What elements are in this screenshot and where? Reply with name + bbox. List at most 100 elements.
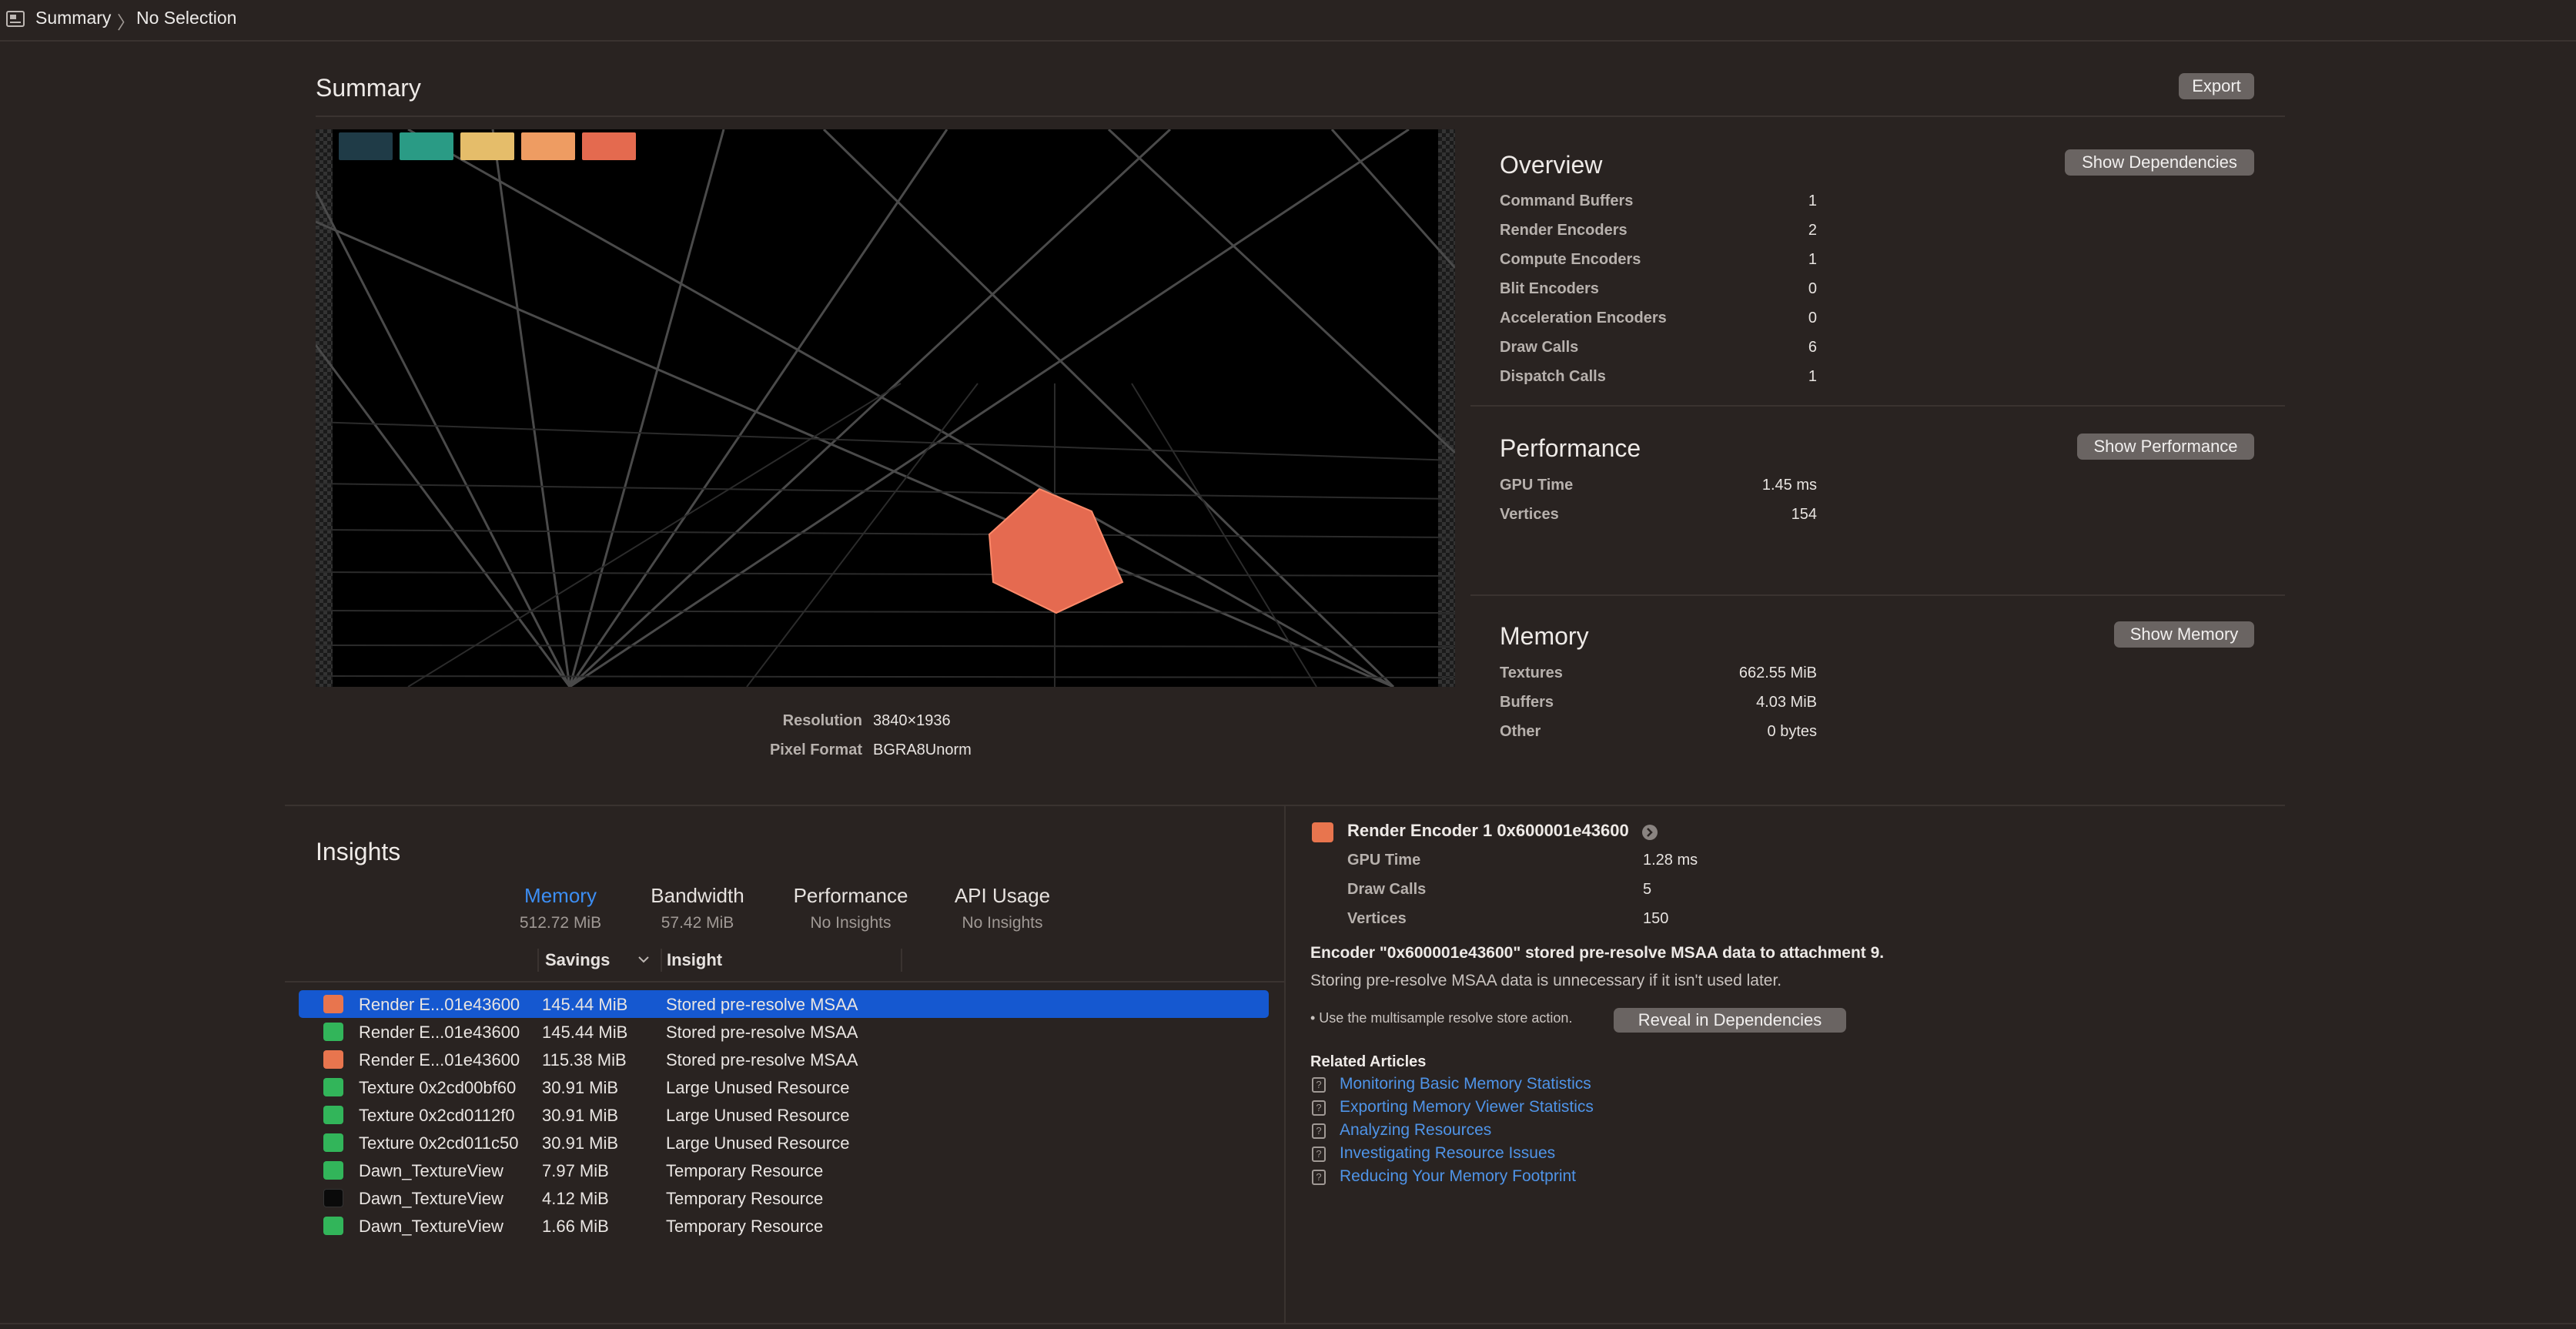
- table-row[interactable]: Dawn_TextureView 4.12 MiB Temporary Reso…: [299, 1184, 1269, 1212]
- encoder-draw-calls-value: 5: [1643, 881, 1652, 898]
- reveal-in-dependencies-button[interactable]: Reveal in Dependencies: [1614, 1008, 1846, 1033]
- row-insight: Stored pre-resolve MSAA: [666, 1050, 858, 1070]
- other-label: Other: [1500, 723, 1541, 740]
- bottom-border: [0, 1323, 2576, 1324]
- table-row[interactable]: Render E...01e43600 145.44 MiB Stored pr…: [299, 990, 1269, 1018]
- performance-divider: [1470, 594, 2285, 596]
- texture-icon: [323, 1078, 343, 1096]
- texture-icon: [323, 1133, 343, 1152]
- table-header-divider: [285, 981, 1284, 983]
- summary-title: Summary: [316, 74, 421, 102]
- tab-bandwidth[interactable]: Bandwidth 57.42 MiB: [636, 884, 759, 932]
- row-insight: Temporary Resource: [666, 1189, 824, 1208]
- table-row[interactable]: Dawn_TextureView 7.97 MiB Temporary Reso…: [299, 1157, 1269, 1184]
- render-preview[interactable]: [316, 129, 1455, 687]
- article-link-text[interactable]: Investigating Resource Issues: [1340, 1144, 1555, 1163]
- table-row[interactable]: Dawn_TextureView 1.66 MiB Temporary Reso…: [299, 1212, 1269, 1240]
- encoder-draw-calls-label: Draw Calls: [1347, 881, 1427, 898]
- color-swatch-5: [582, 132, 636, 160]
- tab-performance[interactable]: Performance No Insights: [778, 884, 924, 932]
- chevron-down-icon[interactable]: [637, 955, 650, 964]
- blit-encoders-label: Blit Encoders: [1500, 280, 1599, 297]
- color-swatch-4: [521, 132, 575, 160]
- resolution-label: Resolution: [782, 712, 862, 729]
- tab-api-usage[interactable]: API Usage No Insights: [941, 884, 1064, 932]
- summary-divider: [316, 115, 2285, 117]
- related-articles-title: Related Articles: [1310, 1053, 1427, 1070]
- acceleration-encoders-label: Acceleration Encoders: [1500, 310, 1667, 326]
- export-button[interactable]: Export: [2179, 73, 2254, 99]
- row-insight: Large Unused Resource: [666, 1078, 850, 1097]
- split-divider[interactable]: [1284, 806, 1286, 1324]
- show-dependencies-button[interactable]: Show Dependencies: [2065, 149, 2254, 176]
- row-name: Texture 0x2cd0112f0: [359, 1106, 515, 1125]
- article-link-text[interactable]: Monitoring Basic Memory Statistics: [1340, 1075, 1591, 1093]
- savings-column-header[interactable]: Savings: [545, 950, 610, 970]
- texture-icon: [323, 1023, 343, 1041]
- row-savings: 145.44 MiB: [542, 995, 628, 1014]
- tab-memory[interactable]: Memory 512.72 MiB: [499, 884, 622, 932]
- compute-encoders-value: 1: [1808, 251, 1817, 268]
- row-insight: Stored pre-resolve MSAA: [666, 1023, 858, 1042]
- tab-performance-label: Performance: [793, 884, 908, 907]
- row-savings: 4.12 MiB: [542, 1189, 609, 1208]
- row-insight: Stored pre-resolve MSAA: [666, 995, 858, 1014]
- resolution-value: 3840×1936: [873, 712, 951, 729]
- insight-column-header[interactable]: Insight: [667, 950, 722, 970]
- encoder-vertices-value: 150: [1643, 910, 1669, 927]
- color-swatch-1: [339, 132, 393, 160]
- row-savings: 30.91 MiB: [542, 1078, 619, 1097]
- buffers-value: 4.03 MiB: [1756, 694, 1817, 711]
- row-savings: 7.97 MiB: [542, 1161, 609, 1180]
- color-swatch-3: [460, 132, 514, 160]
- hexagon-shape: [988, 487, 1124, 614]
- overview-title: Overview: [1500, 151, 1603, 179]
- show-memory-button[interactable]: Show Memory: [2114, 621, 2254, 648]
- command-buffers-value: 1: [1808, 192, 1817, 209]
- breadcrumb-separator: 〉: [117, 12, 135, 32]
- command-buffers-label: Command Buffers: [1500, 192, 1634, 209]
- blit-encoders-value: 0: [1808, 280, 1817, 297]
- pixel-format-value: BGRA8Unorm: [873, 741, 972, 758]
- pixel-format-label: Pixel Format: [769, 741, 862, 758]
- vertices-label: Vertices: [1500, 506, 1559, 523]
- table-row[interactable]: Texture 0x2cd0112f0 30.91 MiB Large Unus…: [299, 1101, 1269, 1129]
- article-link-text[interactable]: Analyzing Resources: [1340, 1121, 1491, 1140]
- tab-memory-label: Memory: [524, 884, 597, 907]
- table-row[interactable]: Render E...01e43600 115.38 MiB Stored pr…: [299, 1046, 1269, 1073]
- insight-suggestion: • Use the multisample resolve store acti…: [1310, 1010, 1573, 1026]
- show-performance-button[interactable]: Show Performance: [2077, 434, 2254, 460]
- vertices-value: 154: [1791, 506, 1817, 523]
- article-link-text[interactable]: Exporting Memory Viewer Statistics: [1340, 1098, 1594, 1116]
- article-link-text[interactable]: Reducing Your Memory Footprint: [1340, 1167, 1576, 1186]
- tab-bandwidth-sub: 57.42 MiB: [661, 914, 734, 932]
- row-insight: Temporary Resource: [666, 1217, 824, 1236]
- row-insight: Large Unused Resource: [666, 1106, 850, 1125]
- row-insight: Large Unused Resource: [666, 1133, 850, 1153]
- texture-icon: [323, 1217, 343, 1235]
- table-row[interactable]: Texture 0x2cd011c50 30.91 MiB Large Unus…: [299, 1129, 1269, 1157]
- tab-bandwidth-label: Bandwidth: [651, 884, 744, 907]
- help-icon: ?: [1312, 1100, 1326, 1116]
- draw-calls-value: 6: [1808, 339, 1817, 356]
- buffers-label: Buffers: [1500, 694, 1554, 711]
- texture-icon: [323, 1106, 343, 1124]
- table-row[interactable]: Render E...01e43600 145.44 MiB Stored pr…: [299, 1018, 1269, 1046]
- tab-memory-sub: 512.72 MiB: [519, 914, 602, 932]
- breadcrumb-no-selection[interactable]: No Selection: [136, 8, 236, 28]
- row-savings: 1.66 MiB: [542, 1217, 609, 1236]
- breadcrumb-summary[interactable]: Summary: [35, 8, 111, 28]
- row-name: Dawn_TextureView: [359, 1217, 503, 1236]
- acceleration-encoders-value: 0: [1808, 310, 1817, 326]
- table-row[interactable]: Texture 0x2cd00bf60 30.91 MiB Large Unus…: [299, 1073, 1269, 1101]
- texture-icon: [323, 1161, 343, 1180]
- preview-image: [316, 129, 1455, 687]
- insights-title: Insights: [316, 838, 401, 865]
- render-encoder-icon: [1312, 822, 1333, 842]
- dispatch-calls-label: Dispatch Calls: [1500, 368, 1606, 385]
- row-savings: 30.91 MiB: [542, 1106, 619, 1125]
- row-name: Render E...01e43600: [359, 1023, 520, 1042]
- go-to-arrow-icon[interactable]: [1641, 824, 1658, 841]
- insight-explanation: Storing pre-resolve MSAA data is unneces…: [1310, 972, 1782, 989]
- tab-performance-sub: No Insights: [810, 914, 892, 932]
